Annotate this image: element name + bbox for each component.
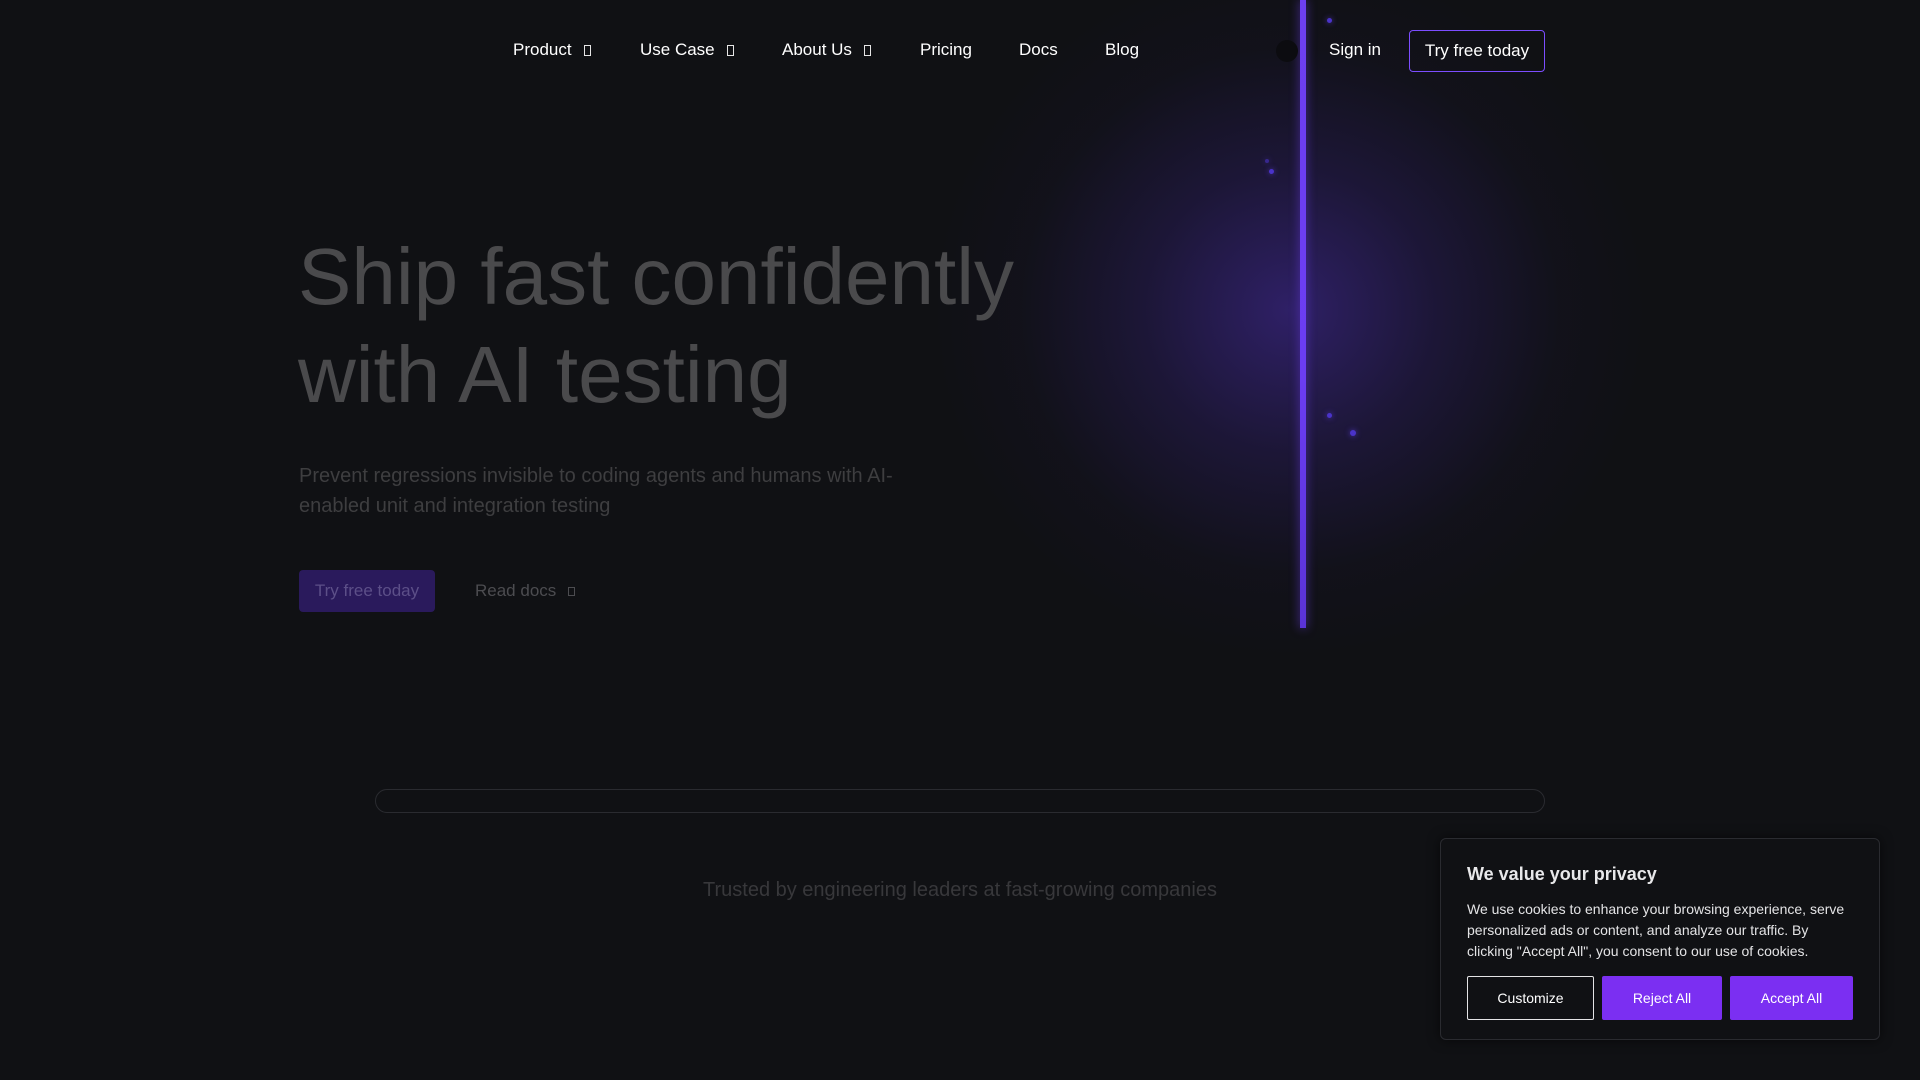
nav-item-label: Product — [513, 40, 572, 59]
nav-item-label: Blog — [1105, 40, 1140, 59]
spark-dot — [1265, 159, 1269, 163]
nav-item-docs[interactable]: Docs — [1019, 38, 1058, 62]
nav-item-label: Docs — [1019, 40, 1058, 59]
read-docs-label: Read docs — [475, 581, 557, 600]
hero-title-line-2: with AI testing — [298, 330, 792, 419]
nav-item-use-case[interactable]: Use Case — [640, 38, 734, 62]
nav-item-label: Pricing — [920, 40, 972, 59]
chevron-down-icon — [583, 44, 591, 56]
hero-try-free-button[interactable]: Try free today — [299, 570, 435, 612]
nav-item-pricing[interactable]: Pricing — [920, 38, 972, 62]
sign-in-link[interactable]: Sign in — [1329, 38, 1381, 62]
nav-try-free-button[interactable]: Try free today — [1409, 30, 1545, 72]
customize-button[interactable]: Customize — [1467, 976, 1594, 1020]
read-docs-link[interactable]: Read docs — [475, 579, 576, 603]
nav-item-about-us[interactable]: About Us — [782, 38, 871, 62]
spark-dot — [1350, 430, 1356, 436]
spark-dot — [1269, 169, 1274, 174]
spark-dot — [1327, 413, 1332, 418]
nav-item-label: About Us — [782, 40, 852, 59]
hero-title-line-1: Ship fast confidently — [298, 232, 1014, 321]
nav-item-label: Use Case — [640, 40, 715, 59]
sign-in-label: Sign in — [1329, 40, 1381, 59]
hero-title: Ship fast confidently with AI testing — [298, 228, 1098, 424]
cookie-consent-banner: We value your privacy We use cookies to … — [1440, 838, 1880, 1040]
page: Product Use Case About Us Pricing Docs B… — [0, 0, 1920, 1080]
nav-item-product[interactable]: Product — [513, 38, 591, 62]
chevron-down-icon — [726, 44, 734, 56]
reject-all-button[interactable]: Reject All — [1602, 976, 1722, 1020]
cookie-title: We value your privacy — [1467, 864, 1657, 884]
chevron-down-icon — [863, 44, 871, 56]
external-link-icon — [568, 586, 576, 596]
nav-item-blog[interactable]: Blog — [1105, 38, 1139, 62]
hero-subtitle: Prevent regressions invisible to coding … — [299, 465, 893, 517]
top-nav: Product Use Case About Us Pricing Docs B… — [0, 0, 1920, 100]
accept-all-button[interactable]: Accept All — [1730, 976, 1853, 1020]
logo-strip-frame — [375, 789, 1545, 813]
cookie-description: We use cookies to enhance your browsing … — [1467, 901, 1845, 959]
cookie-button-row: Customize Reject All Accept All — [1467, 976, 1853, 1020]
